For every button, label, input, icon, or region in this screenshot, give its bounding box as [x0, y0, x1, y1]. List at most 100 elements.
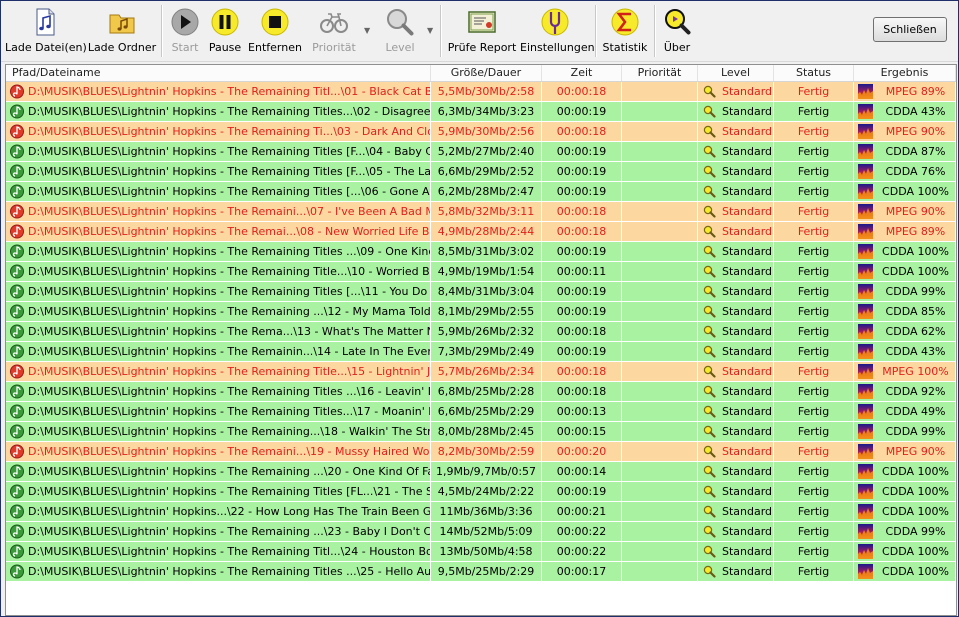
table-row[interactable]: D:\MUSIK\BLUES\Lightnin' Hopkins - The R…: [6, 342, 956, 361]
cell-time: 00:00:18: [542, 222, 622, 241]
cell-priority: [622, 282, 698, 301]
priority-button[interactable]: Priorität: [306, 5, 362, 59]
spectrum-icon[interactable]: [858, 264, 873, 279]
table-row[interactable]: D:\MUSIK\BLUES\Lightnin' Hopkins - The R…: [6, 422, 956, 441]
cell-level: Standard: [698, 382, 774, 401]
spectrum-icon[interactable]: [858, 464, 873, 479]
cell-time: 00:00:18: [542, 122, 622, 141]
spectrum-icon[interactable]: [858, 104, 873, 119]
column-header-status[interactable]: Status: [774, 65, 854, 81]
table-row[interactable]: D:\MUSIK\BLUES\Lightnin' Hopkins - The R…: [6, 262, 956, 281]
column-header-result[interactable]: Ergebnis: [854, 65, 956, 81]
column-header-priority[interactable]: Priorität: [622, 65, 698, 81]
level-text: Standard: [722, 345, 773, 358]
spectrum-icon[interactable]: [858, 184, 873, 199]
priority-dropdown-arrow-icon[interactable]: ▼: [364, 27, 372, 35]
statistics-button[interactable]: Statistik: [601, 5, 649, 59]
cell-size: 4,9Mb/19Mb/1:54: [431, 262, 542, 281]
result-text: CDDA 100%: [882, 485, 949, 498]
music-note-green-icon: [10, 264, 24, 279]
spectrum-icon[interactable]: [858, 344, 873, 359]
table-row[interactable]: D:\MUSIK\BLUES\Lightnin' Hopkins - The R…: [6, 82, 956, 101]
cell-result: MPEG 100%: [854, 362, 956, 381]
spectrum-icon[interactable]: [858, 84, 873, 99]
cell-path: D:\MUSIK\BLUES\Lightnin' Hopkins - The R…: [6, 202, 431, 221]
level-button[interactable]: Level: [378, 5, 422, 59]
table-row[interactable]: D:\MUSIK\BLUES\Lightnin' Hopkins - The R…: [6, 222, 956, 241]
cell-result: MPEG 90%: [854, 202, 956, 221]
cell-status: Fertig: [774, 362, 854, 381]
table-row[interactable]: D:\MUSIK\BLUES\Lightnin' Hopkins - The R…: [6, 562, 956, 581]
cell-time: 00:00:15: [542, 422, 622, 441]
check-report-button[interactable]: Prüfe Report: [447, 5, 517, 59]
cell-time: 00:00:19: [542, 242, 622, 261]
column-header-level[interactable]: Level: [698, 65, 774, 81]
spectrum-icon[interactable]: [858, 224, 873, 239]
settings-button[interactable]: Einstellungen: [520, 5, 595, 59]
table-row[interactable]: D:\MUSIK\BLUES\Lightnin' Hopkins - The R…: [6, 282, 956, 301]
column-header-path[interactable]: Pfad/Dateiname: [6, 65, 431, 81]
cell-status: Fertig: [774, 482, 854, 501]
spectrum-icon[interactable]: [858, 484, 873, 499]
cell-status: Fertig: [774, 382, 854, 401]
cell-time: 00:00:18: [542, 382, 622, 401]
spectrum-icon[interactable]: [858, 324, 873, 339]
spectrum-icon[interactable]: [858, 244, 873, 259]
load-files-button[interactable]: Lade Datei(en): [5, 5, 87, 59]
cell-priority: [622, 342, 698, 361]
spectrum-icon[interactable]: [858, 544, 873, 559]
table-row[interactable]: D:\MUSIK\BLUES\Lightnin' Hopkins - The R…: [6, 362, 956, 381]
spectrum-icon[interactable]: [858, 404, 873, 419]
table-row[interactable]: D:\MUSIK\BLUES\Lightnin' Hopkins - The R…: [6, 322, 956, 341]
pause-button[interactable]: Pause: [206, 5, 244, 59]
table-row[interactable]: D:\MUSIK\BLUES\Lightnin' Hopkins - The R…: [6, 162, 956, 181]
spectrum-icon[interactable]: [858, 564, 873, 579]
level-text: Standard: [722, 385, 773, 398]
spectrum-icon[interactable]: [858, 124, 873, 139]
level-dropdown-arrow-icon[interactable]: ▼: [427, 27, 435, 35]
column-header-time[interactable]: Zeit: [542, 65, 622, 81]
file-path: D:\MUSIK\BLUES\Lightnin' Hopkins - The R…: [28, 165, 431, 178]
table-row[interactable]: D:\MUSIK\BLUES\Lightnin' Hopkins - The R…: [6, 122, 956, 141]
spectrum-icon[interactable]: [858, 304, 873, 319]
table-row[interactable]: D:\MUSIK\BLUES\Lightnin' Hopkins - The R…: [6, 242, 956, 261]
table-row[interactable]: D:\MUSIK\BLUES\Lightnin' Hopkins - The R…: [6, 482, 956, 501]
close-button[interactable]: Schließen: [873, 17, 947, 42]
column-header-size[interactable]: Größe/Dauer: [431, 65, 542, 81]
cell-time: 00:00:19: [542, 182, 622, 201]
table-row[interactable]: D:\MUSIK\BLUES\Lightnin' Hopkins - The R…: [6, 542, 956, 561]
table-row[interactable]: D:\MUSIK\BLUES\Lightnin' Hopkins - The R…: [6, 522, 956, 541]
remove-button[interactable]: Entfernen: [246, 5, 304, 59]
spectrum-icon[interactable]: [858, 284, 873, 299]
start-button[interactable]: Start: [166, 5, 204, 59]
file-list[interactable]: Pfad/Dateiname Größe/Dauer Zeit Prioritä…: [5, 64, 957, 616]
spectrum-icon[interactable]: [858, 364, 873, 379]
table-row[interactable]: D:\MUSIK\BLUES\Lightnin' Hopkins - The R…: [6, 402, 956, 421]
cell-level: Standard: [698, 322, 774, 341]
load-folder-button[interactable]: Lade Ordner: [87, 5, 157, 59]
table-row[interactable]: D:\MUSIK\BLUES\Lightnin' Hopkins - The R…: [6, 182, 956, 201]
table-row[interactable]: D:\MUSIK\BLUES\Lightnin' Hopkins - The R…: [6, 462, 956, 481]
spectrum-icon[interactable]: [858, 524, 873, 539]
spectrum-icon[interactable]: [858, 144, 873, 159]
spectrum-icon[interactable]: [858, 164, 873, 179]
table-row[interactable]: D:\MUSIK\BLUES\Lightnin' Hopkins - The R…: [6, 382, 956, 401]
cell-level: Standard: [698, 342, 774, 361]
result-text: MPEG 89%: [885, 225, 946, 238]
cell-status: Fertig: [774, 122, 854, 141]
level-magnifier-icon: [703, 305, 716, 318]
table-row[interactable]: D:\MUSIK\BLUES\Lightnin' Hopkins - The R…: [6, 142, 956, 161]
table-row[interactable]: D:\MUSIK\BLUES\Lightnin' Hopkins - The R…: [6, 102, 956, 121]
cell-result: CDDA 43%: [854, 102, 956, 121]
about-button[interactable]: Über: [659, 5, 695, 59]
spectrum-icon[interactable]: [858, 504, 873, 519]
table-row[interactable]: D:\MUSIK\BLUES\Lightnin' Hopkins - The R…: [6, 202, 956, 221]
table-row[interactable]: D:\MUSIK\BLUES\Lightnin' Hopkins...\22 -…: [6, 502, 956, 521]
table-row[interactable]: D:\MUSIK\BLUES\Lightnin' Hopkins - The R…: [6, 302, 956, 321]
spectrum-icon[interactable]: [858, 444, 873, 459]
spectrum-icon[interactable]: [858, 384, 873, 399]
table-row[interactable]: D:\MUSIK\BLUES\Lightnin' Hopkins - The R…: [6, 442, 956, 461]
cell-result: CDDA 43%: [854, 342, 956, 361]
spectrum-icon[interactable]: [858, 424, 873, 439]
spectrum-icon[interactable]: [858, 204, 873, 219]
